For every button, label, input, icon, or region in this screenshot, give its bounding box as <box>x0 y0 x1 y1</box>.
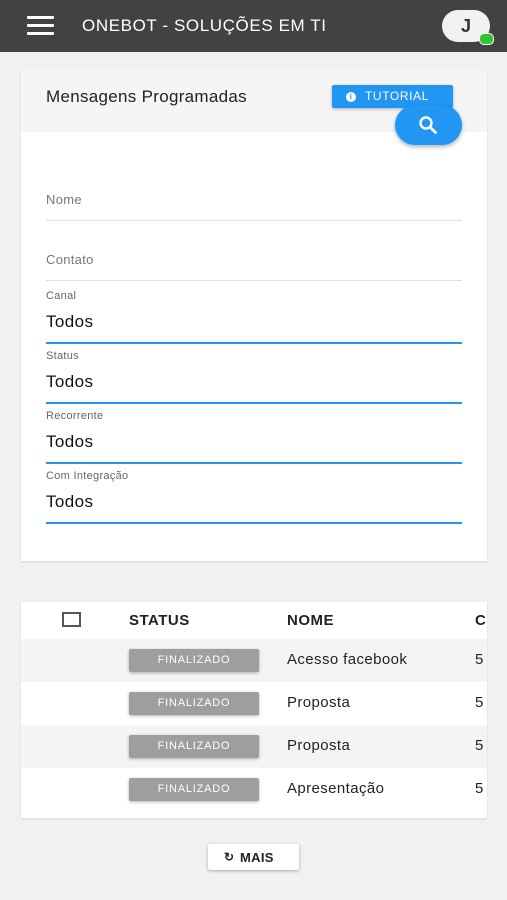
table-row[interactable]: FINALIZADO Apresentação 5 <box>21 768 487 811</box>
online-status-icon <box>479 33 494 45</box>
recurrent-select-value: Todos <box>46 432 94 451</box>
app-title: ONEBOT - SOLUÇÕES EM TI <box>82 16 327 35</box>
message-name: Acesso facebook <box>287 651 408 668</box>
name-field-placeholder: Nome <box>46 192 82 207</box>
name-field[interactable]: Nome <box>46 192 462 221</box>
filter-card: Mensagens Programadas i TUTORIAL Nome Co… <box>21 70 487 561</box>
status-select-label: Status <box>46 350 79 362</box>
message-c-value: 5 <box>475 651 484 668</box>
channel-select[interactable]: Canal Todos <box>46 290 462 344</box>
messages-table: STATUS NOME C FINALIZADO Acesso facebook… <box>21 602 487 818</box>
recurrent-select-label: Recorrente <box>46 410 104 422</box>
refresh-icon: ↻ <box>224 850 235 864</box>
search-button[interactable] <box>395 105 462 145</box>
column-header-status[interactable]: STATUS <box>129 612 190 629</box>
menu-icon[interactable] <box>27 16 54 36</box>
table-row[interactable]: FINALIZADO Proposta 5 <box>21 725 487 768</box>
status-badge: FINALIZADO <box>129 778 259 801</box>
recurrent-select[interactable]: Recorrente Todos <box>46 410 462 464</box>
column-header-c[interactable]: C <box>475 612 486 629</box>
integration-select[interactable]: Com Integração Todos <box>46 470 462 524</box>
load-more-label: MAIS <box>240 850 274 865</box>
message-c-value: 5 <box>475 780 484 797</box>
status-select[interactable]: Status Todos <box>46 350 462 404</box>
integration-select-label: Com Integração <box>46 470 129 482</box>
status-badge: FINALIZADO <box>129 649 259 672</box>
channel-select-label: Canal <box>46 290 77 302</box>
message-name: Proposta <box>287 737 351 754</box>
integration-select-value: Todos <box>46 492 94 511</box>
status-badge: FINALIZADO <box>129 692 259 715</box>
status-badge: FINALIZADO <box>129 735 259 758</box>
page-title: Mensagens Programadas <box>46 87 247 106</box>
message-c-value: 5 <box>475 737 484 754</box>
search-icon <box>419 116 437 134</box>
table-row[interactable]: FINALIZADO Acesso facebook 5 <box>21 639 487 682</box>
load-more-button[interactable]: ↻ MAIS <box>208 844 299 870</box>
info-icon: i <box>346 92 356 102</box>
message-name: Apresentação <box>287 780 385 797</box>
table-header: STATUS NOME C <box>21 602 487 639</box>
channel-select-value: Todos <box>46 312 94 331</box>
contact-field[interactable]: Contato <box>46 252 462 281</box>
message-name: Proposta <box>287 694 351 711</box>
table-row[interactable]: FINALIZADO Proposta 5 <box>21 682 487 725</box>
message-c-value: 5 <box>475 694 484 711</box>
column-header-name[interactable]: NOME <box>287 612 334 629</box>
status-select-value: Todos <box>46 372 94 391</box>
contact-field-placeholder: Contato <box>46 252 94 267</box>
app-bar: ONEBOT - SOLUÇÕES EM TI J <box>0 0 507 52</box>
select-all-checkbox[interactable] <box>62 612 81 627</box>
